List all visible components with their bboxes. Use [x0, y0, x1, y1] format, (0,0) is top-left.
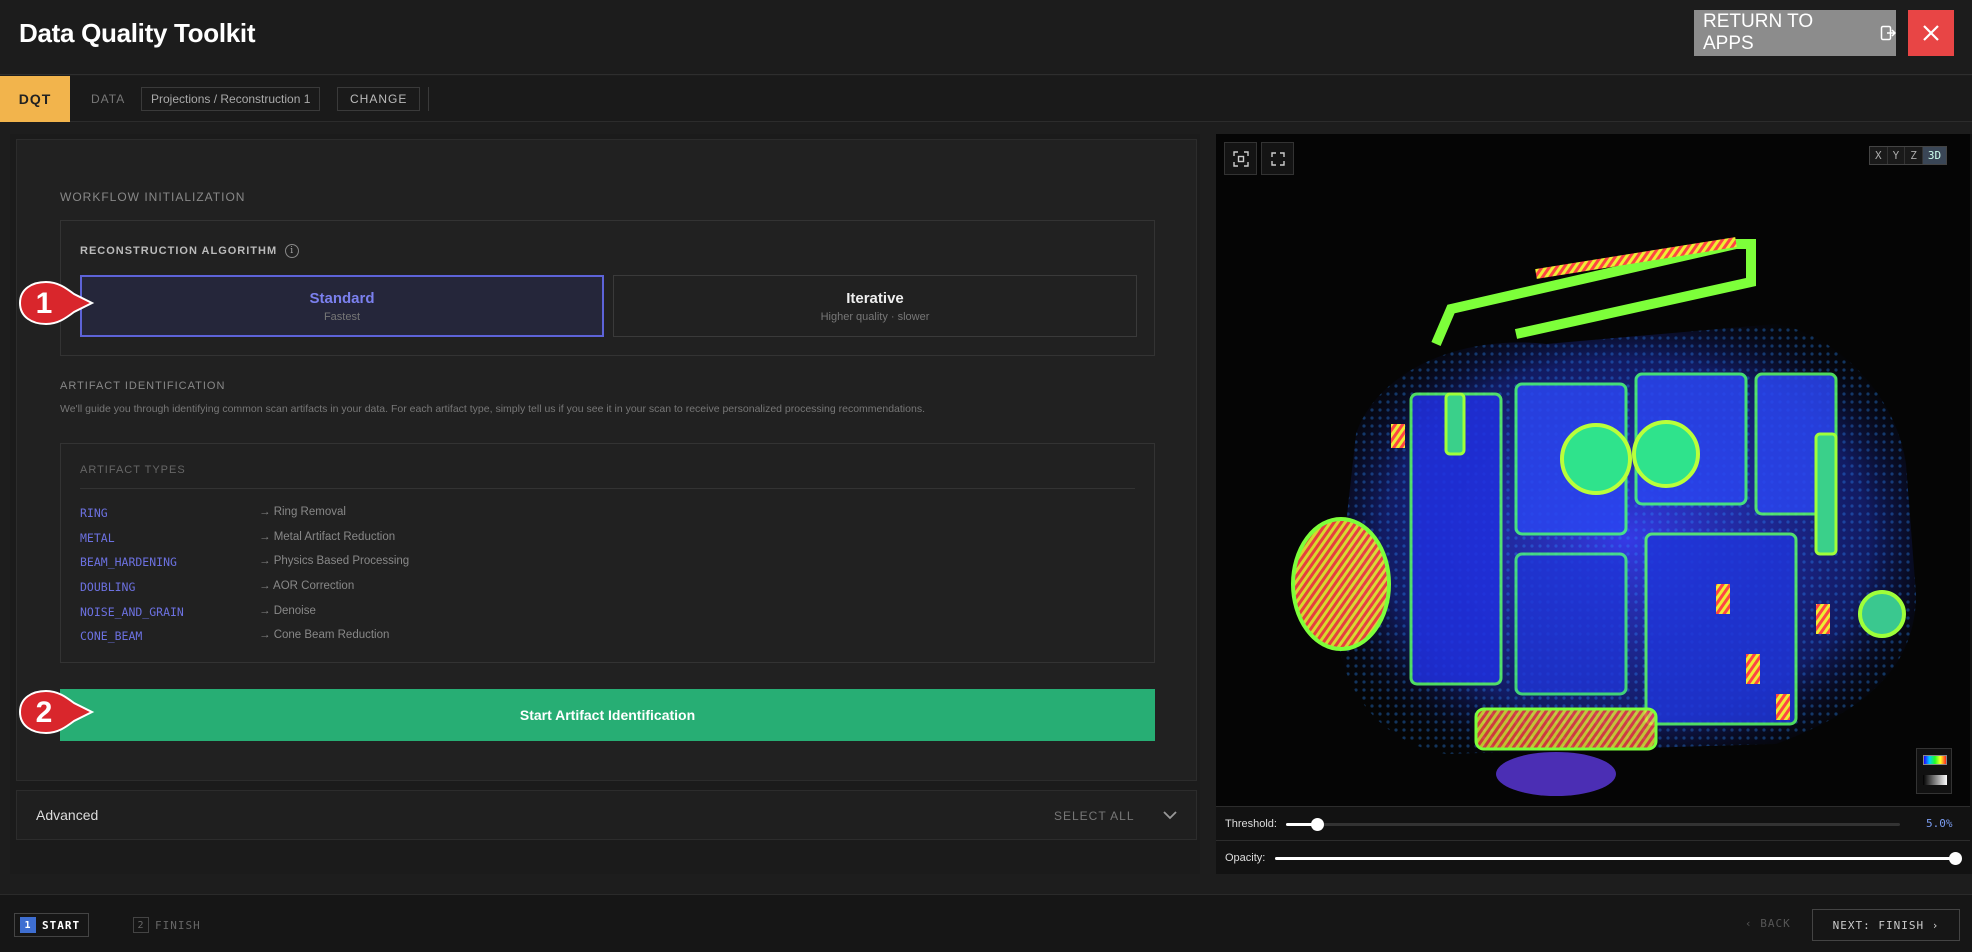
- artifact-action: → Ring Removal: [259, 506, 346, 518]
- callout-marker-2: 2: [18, 689, 95, 735]
- chevron-down-icon[interactable]: [1162, 807, 1178, 823]
- list-item: CONE_BEAM → Cone Beam Reduction: [80, 629, 780, 647]
- artifact-action: → Physics Based Processing: [259, 555, 410, 567]
- algorithm-label: RECONSTRUCTION ALGORITHM i: [80, 244, 300, 258]
- step-number: 1: [20, 917, 36, 933]
- return-to-apps-label: RETURN TO APPS: [1703, 11, 1814, 54]
- threshold-thumb[interactable]: [1310, 818, 1324, 831]
- axis-z-button[interactable]: Z: [1905, 147, 1923, 164]
- step-finish[interactable]: 2 FINISH: [128, 913, 209, 937]
- artifact-name: METAL: [80, 531, 115, 545]
- axis-selector: X Y Z 3D: [1869, 146, 1948, 165]
- callout-number: 1: [36, 287, 53, 320]
- tab-dqt[interactable]: DQT: [0, 76, 70, 122]
- algorithm-section: RECONSTRUCTION ALGORITHM i Standard Fast…: [60, 220, 1155, 356]
- fullscreen-button[interactable]: [1261, 142, 1294, 175]
- close-button[interactable]: [1908, 10, 1954, 56]
- colormap-selector[interactable]: [1916, 748, 1952, 794]
- artifact-types-box: ARTIFACT TYPES RING → Ring Removal METAL…: [60, 443, 1155, 663]
- artifact-name: BEAM_HARDENING: [80, 555, 177, 569]
- option-standard-subtitle: Fastest: [323, 310, 361, 323]
- threshold-row: Threshold: 5.0%: [1216, 806, 1970, 840]
- threshold-value: 5.0%: [1926, 817, 1953, 830]
- tab-bar: DQT DATA Projections / Reconstruction 1 …: [0, 76, 1972, 122]
- left-panel: WORKFLOW INITIALIZATION RECONSTRUCTION A…: [10, 134, 1200, 874]
- artifact-action: → AOR Correction: [259, 580, 355, 592]
- app-header: Data Quality Toolkit RETURN TO APPS: [0, 0, 1972, 75]
- option-iterative-subtitle: Higher quality · slower: [820, 310, 930, 323]
- return-to-apps-button[interactable]: RETURN TO APPS: [1694, 10, 1896, 56]
- change-project-button[interactable]: CHANGE: [337, 87, 421, 111]
- advanced-section[interactable]: Advanced SELECT ALL: [16, 790, 1197, 840]
- algorithm-label-text: RECONSTRUCTION ALGORITHM: [80, 245, 278, 257]
- list-item: DOUBLING → AOR Correction: [80, 580, 780, 598]
- opacity-thumb[interactable]: [1949, 852, 1962, 865]
- artifact-action: → Denoise: [259, 605, 316, 617]
- step-start[interactable]: 1 START: [14, 913, 90, 937]
- tab-divider: [428, 87, 429, 111]
- start-artifact-identification-button[interactable]: Start Artifact Identification: [60, 689, 1155, 741]
- opacity-label: Opacity:: [1225, 852, 1266, 864]
- threshold-label: Threshold:: [1225, 818, 1277, 830]
- axis-x-button[interactable]: X: [1870, 147, 1888, 164]
- opacity-slider[interactable]: [1275, 852, 1962, 865]
- opacity-row: Opacity:: [1216, 840, 1970, 874]
- back-button[interactable]: ‹ BACK: [1745, 917, 1791, 930]
- recenter-button[interactable]: [1224, 142, 1257, 175]
- artifact-title: ARTIFACT IDENTIFICATION: [60, 380, 226, 392]
- app-title: Data Quality Toolkit: [19, 18, 256, 48]
- threshold-slider[interactable]: [1286, 818, 1900, 831]
- callout-marker-1: 1: [18, 280, 95, 326]
- artifact-name: CONE_BEAM: [80, 629, 143, 643]
- step-number: 2: [133, 917, 149, 933]
- callout-number: 2: [36, 696, 53, 729]
- option-iterative-title: Iterative: [846, 289, 904, 307]
- option-standard-title: Standard: [309, 289, 375, 307]
- artifact-name: DOUBLING: [80, 580, 136, 594]
- project-breadcrumb: Projections / Reconstruction 1: [141, 87, 321, 111]
- list-item: RING → Ring Removal: [80, 506, 780, 524]
- volume-viewer: X Y Z 3D Threshold: 5.0% Opacity:: [1216, 134, 1972, 874]
- workflow-title: WORKFLOW INITIALIZATION: [60, 190, 246, 204]
- step-label: START: [42, 918, 81, 932]
- exit-icon: [1880, 25, 1896, 41]
- fullscreen-icon: [1270, 151, 1285, 166]
- artifact-action: → Cone Beam Reduction: [259, 629, 390, 641]
- artifact-description: We'll guide you through identifying comm…: [60, 403, 925, 415]
- list-item: METAL → Metal Artifact Reduction: [80, 531, 780, 549]
- focus-icon: [1232, 150, 1249, 167]
- tab-data[interactable]: DATA: [91, 92, 125, 106]
- rainbow-colormap-swatch[interactable]: [1923, 755, 1947, 765]
- viewer-canvas[interactable]: X Y Z 3D: [1216, 134, 1970, 806]
- volume-render: [1291, 237, 1916, 796]
- option-standard[interactable]: Standard Fastest: [80, 275, 604, 337]
- axis-y-button[interactable]: Y: [1888, 147, 1906, 164]
- info-icon[interactable]: i: [285, 244, 300, 258]
- artifact-action: → Metal Artifact Reduction: [259, 531, 396, 543]
- select-all-button[interactable]: SELECT ALL: [1054, 809, 1135, 823]
- artifact-name: RING: [80, 506, 108, 520]
- next-finish-button[interactable]: NEXT: FINISH ›: [1812, 909, 1960, 941]
- artifact-name: NOISE_AND_GRAIN: [80, 605, 184, 619]
- grayscale-colormap-swatch[interactable]: [1923, 775, 1947, 785]
- wizard-footer: 1 START 2 FINISH ‹ BACK NEXT: FINISH ›: [0, 894, 1972, 952]
- advanced-label: Advanced: [36, 807, 99, 823]
- option-iterative[interactable]: Iterative Higher quality · slower: [613, 275, 1137, 337]
- list-item: NOISE_AND_GRAIN → Denoise: [80, 605, 780, 623]
- artifact-types-header: ARTIFACT TYPES: [80, 464, 1135, 489]
- axis-3d-button[interactable]: 3D: [1922, 147, 1947, 164]
- list-item: BEAM_HARDENING → Physics Based Processin…: [80, 555, 780, 573]
- close-icon: [1923, 25, 1939, 41]
- workflow-card: WORKFLOW INITIALIZATION RECONSTRUCTION A…: [16, 139, 1197, 781]
- step-label: FINISH: [155, 918, 201, 932]
- opacity-fill: [1275, 857, 1955, 860]
